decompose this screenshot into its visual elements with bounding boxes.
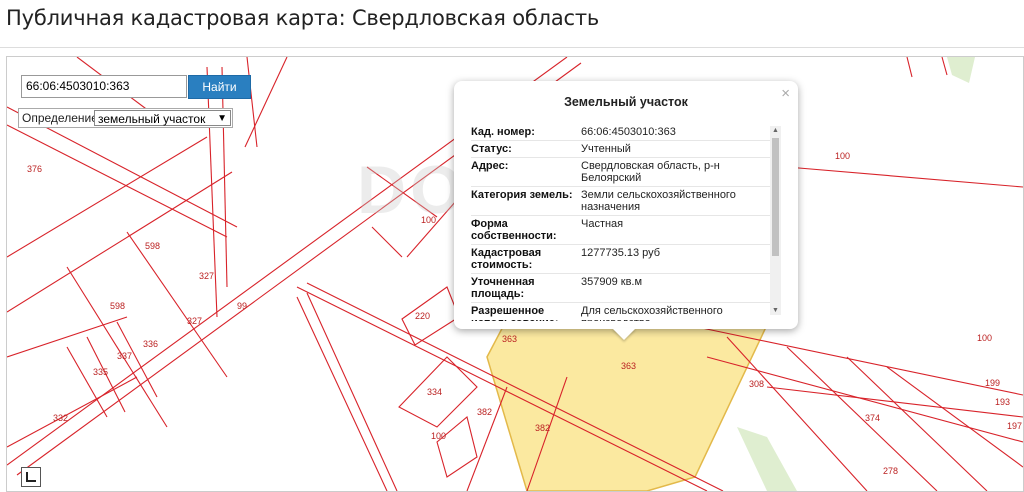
parcel-attributes-table[interactable]: Кад. номер: 66:06:4503010:363 Статус: Учте… [471, 124, 776, 321]
definition-select[interactable]: земельный участок ▼ [94, 110, 231, 126]
attr-key: Разрешенное использование: [471, 305, 559, 321]
cadastral-number-input[interactable]: 66:06:4503010:363 [21, 75, 187, 98]
green-area [737, 427, 797, 491]
map-label: 197 [1007, 421, 1022, 431]
attr-value: Частная [581, 218, 624, 230]
popup-scrollbar[interactable]: ▲ ▼ [770, 126, 781, 315]
selected-parcel [486, 318, 769, 491]
page-title: Публичная кадастровая карта: Свердловска… [6, 6, 600, 30]
attr-value: Земли сельскохозяйственного назначения [581, 189, 736, 213]
map-label: 193 [995, 397, 1010, 407]
parcel-info-popup: × Земельный участок Кад. номер: 66:06:450… [454, 81, 798, 329]
map-label: 334 [427, 387, 442, 397]
attr-value: Для сельскохозяйственного производства [581, 305, 723, 321]
map-label: 598 [145, 241, 160, 251]
attr-value: 1277735.13 руб [581, 247, 661, 259]
attr-key: Адрес: [471, 160, 509, 172]
table-row: Адрес: Свердловская область, р-н Белоярск… [471, 158, 776, 187]
definition-label: Определение: [22, 111, 102, 125]
map-label: 376 [27, 164, 42, 174]
map-label: 332 [53, 413, 68, 423]
attr-key: Кадастровая стоимость: [471, 247, 542, 271]
map-label: 336 [143, 339, 158, 349]
map-label: 199 [985, 378, 1000, 388]
scroll-down-icon[interactable]: ▼ [772, 307, 779, 314]
definition-selected-value: земельный участок [98, 112, 206, 126]
map-label: 327 [199, 271, 214, 281]
attr-value: Свердловская область, р-н Белоярский [581, 160, 720, 184]
attr-value: Учтенный [581, 143, 631, 155]
attr-key: Кад. номер: [471, 126, 535, 138]
map-label: 335 [93, 367, 108, 377]
table-row: Кадастровая стоимость: 1277735.13 руб [471, 245, 776, 274]
map-label: 100 [835, 151, 850, 161]
map-label: 220 [415, 311, 430, 321]
map-label: 382 [477, 407, 492, 417]
map-label: 100 [421, 215, 436, 225]
map-label: 363 [621, 361, 636, 371]
scroll-up-icon[interactable]: ▲ [772, 127, 779, 134]
table-row: Разрешенное использование: Для сельскохоз… [471, 303, 776, 321]
attr-key: Форма собственности: [471, 218, 557, 242]
map-label: 308 [749, 379, 764, 389]
attr-key: Статус: [471, 143, 512, 155]
table-row: Уточненная площадь: 357909 кв.м [471, 274, 776, 303]
popup-title: Земельный участок [564, 95, 688, 109]
table-row: Категория земель: Земли сельскохозяйствен… [471, 187, 776, 216]
map-label: 598 [110, 301, 125, 311]
map-label: 100 [431, 431, 446, 441]
table-row: Статус: Учтенный [471, 141, 776, 158]
fullscreen-icon[interactable] [21, 467, 41, 487]
map-label: 374 [865, 413, 880, 423]
scrollbar-thumb[interactable] [772, 138, 779, 256]
cadastral-map[interactable]: 376 598 327 598 327 336 337 335 332 99 1… [6, 56, 1024, 492]
definition-control: Определение: земельный участок ▼ [18, 108, 233, 128]
attr-value: 357909 кв.м [581, 276, 643, 288]
attr-key: Категория земель: [471, 189, 573, 201]
table-row: Форма собственности: Частная [471, 216, 776, 245]
find-button[interactable]: Найти [188, 75, 251, 99]
map-label: 278 [883, 466, 898, 476]
map-label: 327 [187, 316, 202, 326]
attr-value: 66:06:4503010:363 [581, 126, 676, 138]
popup-pointer [612, 328, 636, 340]
map-label: 99 [237, 301, 247, 311]
map-label: 363 [502, 334, 517, 344]
map-label: 337 [117, 351, 132, 361]
chevron-down-icon: ▼ [217, 113, 227, 124]
title-divider [0, 47, 1024, 48]
green-area [947, 57, 975, 83]
attr-key: Уточненная площадь: [471, 276, 535, 300]
map-label: 382 [535, 423, 550, 433]
map-label: 100 [977, 333, 992, 343]
table-row: Кад. номер: 66:06:4503010:363 [471, 124, 776, 141]
